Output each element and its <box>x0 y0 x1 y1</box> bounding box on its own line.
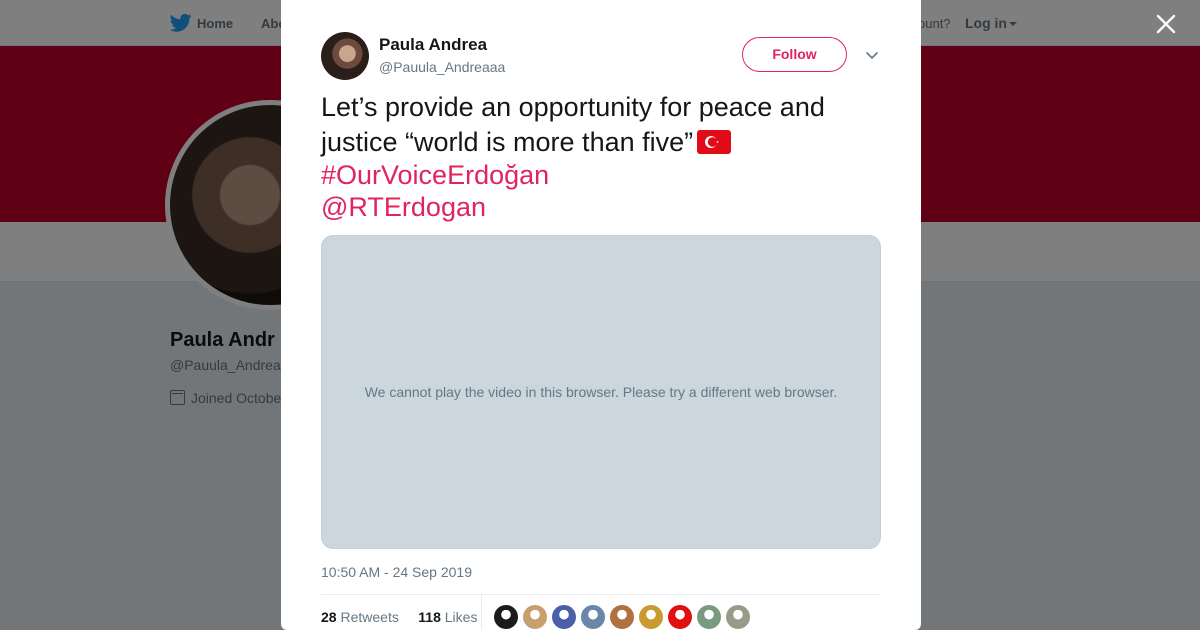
video-player[interactable]: We cannot play the video in this browser… <box>321 235 881 549</box>
turkey-flag-icon <box>697 130 732 154</box>
stats-divider <box>321 594 881 595</box>
likes-stat[interactable]: 118 Likes <box>418 609 477 625</box>
liker-avatar[interactable] <box>523 605 547 629</box>
tweet-timestamp[interactable]: 10:50 AM - 24 Sep 2019 <box>321 564 472 580</box>
likes-count: 118 <box>418 609 441 625</box>
stats-separator <box>481 595 482 630</box>
tweet-hashtag-link[interactable]: #OurVoiceErdoğan <box>321 158 549 193</box>
likes-label: Likes <box>444 609 478 625</box>
liker-avatar[interactable] <box>552 605 576 629</box>
liker-avatar[interactable] <box>494 605 518 629</box>
author-avatar[interactable] <box>321 32 369 80</box>
follow-button[interactable]: Follow <box>742 37 847 72</box>
liker-avatar[interactable] <box>668 605 692 629</box>
author-name[interactable]: Paula Andrea <box>379 35 487 55</box>
tweet-mention-link[interactable]: @RTErdogan <box>321 190 486 225</box>
liker-avatar[interactable] <box>697 605 721 629</box>
liker-avatar[interactable] <box>610 605 634 629</box>
tweet-text-body: Let’s provide an opportunity for peace a… <box>321 92 825 157</box>
tweet-text: Let’s provide an opportunity for peace a… <box>321 90 891 160</box>
liker-avatar[interactable] <box>581 605 605 629</box>
close-icon[interactable] <box>1152 10 1180 38</box>
tweet-modal: Paula Andrea @Pauula_Andreaaa Follow Let… <box>281 0 921 630</box>
retweets-stat[interactable]: 28 Retweets <box>321 609 399 625</box>
tweet-stats: 28 Retweets 118 Likes <box>321 609 477 625</box>
video-unsupported-message: We cannot play the video in this browser… <box>364 384 838 400</box>
retweets-count: 28 <box>321 609 337 625</box>
liker-avatar[interactable] <box>639 605 663 629</box>
retweets-label: Retweets <box>340 609 399 625</box>
liker-avatar[interactable] <box>726 605 750 629</box>
chevron-down-icon[interactable] <box>865 48 879 62</box>
author-handle[interactable]: @Pauula_Andreaaa <box>379 59 505 75</box>
